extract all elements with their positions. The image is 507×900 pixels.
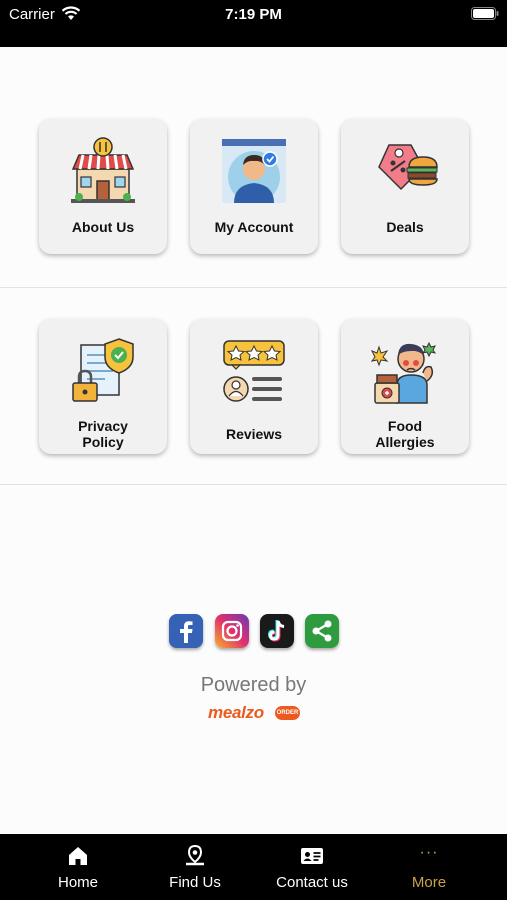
my-account-label: My Account xyxy=(214,219,294,235)
battery-icon xyxy=(471,7,499,20)
star-review-icon xyxy=(223,340,285,402)
status-time: 7:19 PM xyxy=(225,6,282,23)
mealzo-badge: ORDER xyxy=(275,706,300,720)
lock-shield-document-icon xyxy=(72,338,134,402)
tiktok-icon xyxy=(260,614,294,648)
restaurant-icon xyxy=(71,137,135,203)
privacy-policy-label: Privacy Policy xyxy=(78,418,128,450)
tab-home-label: Home xyxy=(57,874,98,891)
status-bar: Carrier 7:19 PM xyxy=(0,0,507,47)
map-pin-icon xyxy=(186,844,204,866)
about-us-card[interactable]: About Us xyxy=(39,119,167,254)
share-button[interactable] xyxy=(305,614,339,648)
bottom-tab-bar: Home Find Us Contact us ··· More xyxy=(0,834,507,900)
contact-card-icon xyxy=(301,848,323,864)
reviews-card[interactable]: Reviews xyxy=(190,319,318,454)
tab-contact-us[interactable]: Contact us xyxy=(252,834,372,900)
tiktok-button[interactable] xyxy=(260,614,294,648)
deals-label: Deals xyxy=(386,219,424,235)
facebook-button[interactable] xyxy=(169,614,203,648)
reviews-label: Reviews xyxy=(225,426,283,442)
user-profile-icon xyxy=(222,139,286,203)
menu-row-2: Privacy Policy Reviews Food Allergies xyxy=(0,287,507,485)
my-account-card[interactable]: My Account xyxy=(190,119,318,254)
tab-more-label: More xyxy=(411,874,447,891)
home-icon xyxy=(69,847,87,865)
more-dots-icon: ··· xyxy=(419,844,439,861)
tab-more[interactable]: ··· More xyxy=(369,834,489,900)
menu-row-1: About Us My Account Deals xyxy=(0,47,507,287)
instagram-icon xyxy=(215,614,249,648)
food-allergies-card[interactable]: Food Allergies xyxy=(341,319,469,454)
tab-find-us[interactable]: Find Us xyxy=(135,834,255,900)
privacy-policy-card[interactable]: Privacy Policy xyxy=(39,319,167,454)
powered-by-text: Powered by xyxy=(200,674,307,696)
deals-card[interactable]: Deals xyxy=(341,119,469,254)
mealzo-logo-text: mealzo xyxy=(208,703,264,722)
about-us-label: About Us xyxy=(71,219,135,235)
allergy-person-icon xyxy=(371,341,437,404)
facebook-icon xyxy=(169,614,203,648)
tab-contact-us-label: Contact us xyxy=(276,874,348,891)
share-icon xyxy=(305,614,339,648)
burger-tag-icon xyxy=(378,144,438,191)
mealzo-logo[interactable]: mealzo ORDER xyxy=(208,703,300,725)
tab-home[interactable]: Home xyxy=(18,834,138,900)
instagram-button[interactable] xyxy=(215,614,249,648)
tab-find-us-label: Find Us xyxy=(169,874,221,891)
food-allergies-label: Food Allergies xyxy=(375,418,435,450)
